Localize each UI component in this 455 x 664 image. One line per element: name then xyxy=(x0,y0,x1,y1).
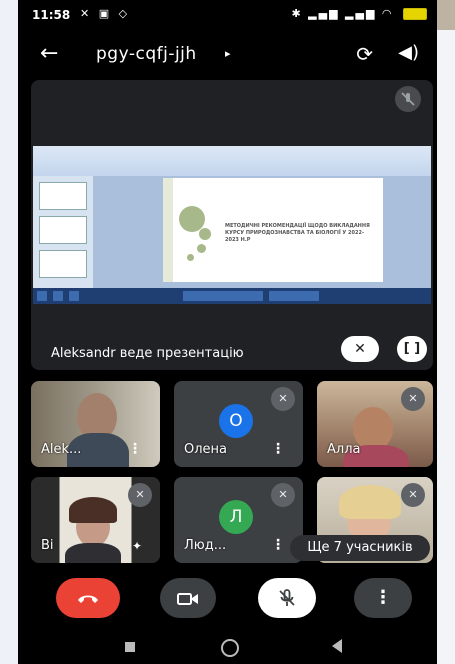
status-time: 11:58 xyxy=(32,8,71,22)
presentation-tile[interactable]: Методичні рекомендації щодо викладання к… xyxy=(31,80,433,370)
chevron-right-icon[interactable]: ▸ xyxy=(225,47,231,60)
participant-hair xyxy=(69,497,117,523)
participant-tile[interactable]: Alek... ⋮ xyxy=(31,381,160,467)
video-camera-icon xyxy=(177,592,198,605)
decor-circle xyxy=(199,228,211,240)
home-icon[interactable] xyxy=(221,639,239,657)
mic-off-icon: ✕ xyxy=(401,483,425,507)
more-options-button[interactable]: ⋮ xyxy=(354,578,412,618)
windows-taskbar xyxy=(33,288,431,304)
taskbar-item xyxy=(37,291,47,301)
taskbar-item xyxy=(53,291,63,301)
participant-name: Ві xyxy=(41,538,54,553)
recents-icon[interactable] xyxy=(125,642,135,652)
mic-off-icon: ✕ xyxy=(271,387,295,411)
slide-thumbnails xyxy=(33,176,93,288)
slide-canvas: Методичні рекомендації щодо викладання к… xyxy=(93,176,431,288)
participant-tile[interactable]: ✕ О Олена ⋮ xyxy=(174,381,303,467)
switch-camera-icon[interactable]: ⟳ xyxy=(356,42,373,66)
meeting-app-bar: ← pgy-cqfj-jjh ▸ ⟳ ◀) xyxy=(18,32,437,80)
decor-circle xyxy=(187,254,194,261)
participant-tile[interactable]: ✕ Алла xyxy=(317,381,433,467)
back-arrow-icon[interactable]: ← xyxy=(40,42,58,66)
participant-avatar: Л xyxy=(219,500,253,534)
toggle-mic-button[interactable] xyxy=(258,578,316,618)
call-controls: ⋮ xyxy=(18,578,437,622)
speaker-icon[interactable]: ◀) xyxy=(398,42,419,63)
status-bar: 11:58 ✕ ▣ ◇ ✱ ▂▄▆ ▂▄▆ ◠ xyxy=(18,0,437,30)
participant-name: Олена xyxy=(184,442,228,457)
decor-circle xyxy=(197,244,206,253)
back-icon[interactable] xyxy=(332,639,342,653)
slide-thumbnail xyxy=(39,216,87,244)
app-ribbon xyxy=(33,146,431,177)
participant-name: Алла xyxy=(327,442,361,457)
fullscreen-button[interactable]: [ ] xyxy=(397,336,427,362)
taskbar-item xyxy=(69,291,79,301)
participant-avatar: О xyxy=(219,404,253,438)
notification-icons: ✕ ▣ ◇ xyxy=(80,7,131,20)
shared-screen: Методичні рекомендації щодо викладання к… xyxy=(33,146,431,304)
unpin-button[interactable]: ✕ xyxy=(341,336,379,362)
current-slide: Методичні рекомендації щодо викладання к… xyxy=(163,178,383,282)
slide-thumbnail xyxy=(39,182,87,210)
participant-tile[interactable]: ✕ Ві ✦ xyxy=(31,477,160,563)
slide-title: Методичні рекомендації щодо викладання к… xyxy=(225,223,370,243)
phone-hangup-icon xyxy=(78,595,98,603)
page-background-left xyxy=(0,0,18,664)
more-options-icon[interactable]: ⋮ xyxy=(271,537,285,553)
system-icons: ✱ ▂▄▆ ▂▄▆ ◠ xyxy=(291,7,427,20)
participant-name: Люд... xyxy=(184,538,227,553)
effects-icon[interactable]: ✦ xyxy=(132,539,142,553)
mic-off-icon xyxy=(395,86,421,112)
toggle-video-button[interactable] xyxy=(160,578,216,618)
more-participants-button[interactable]: Ще 7 учасників xyxy=(290,535,430,561)
participant-shirt xyxy=(65,543,121,563)
taskbar-item xyxy=(269,291,319,301)
battery-icon xyxy=(403,8,427,20)
phone-screen: 11:58 ✕ ▣ ◇ ✱ ▂▄▆ ▂▄▆ ◠ ← pgy-cqfj-jjh ▸… xyxy=(18,0,437,664)
participant-tile[interactable]: ✕ Л Люд... ⋮ xyxy=(174,477,303,563)
presenting-label: Aleksandr веде презентацію xyxy=(51,346,244,361)
mic-off-icon xyxy=(279,589,295,606)
slide-thumbnail xyxy=(39,250,87,278)
android-nav-bar xyxy=(18,634,437,664)
participant-name: Alek... xyxy=(41,442,82,457)
meeting-code-title[interactable]: pgy-cqfj-jjh xyxy=(96,44,197,64)
more-options-icon[interactable]: ⋮ xyxy=(128,441,142,457)
mic-off-icon: ✕ xyxy=(128,483,152,507)
page-background-corner xyxy=(437,0,455,30)
participant-hair xyxy=(339,485,401,519)
mic-off-icon: ✕ xyxy=(401,387,425,411)
more-options-icon[interactable]: ⋮ xyxy=(271,441,285,457)
signal-icons: ✱ ▂▄▆ ▂▄▆ ◠ xyxy=(291,7,394,20)
mic-off-icon: ✕ xyxy=(271,483,295,507)
end-call-button[interactable] xyxy=(56,578,120,618)
taskbar-item xyxy=(183,291,263,301)
